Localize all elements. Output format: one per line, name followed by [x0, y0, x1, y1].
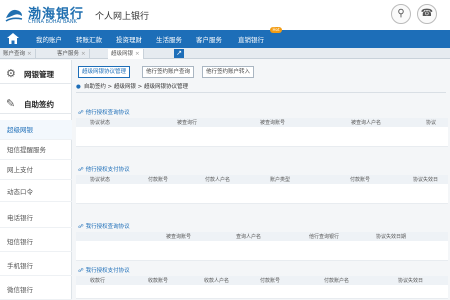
breadcrumb-text: 自助签约 > 超级网银 > 超级网银协议管理 — [83, 84, 189, 90]
section-title: ☍ 他行授权查询协议 — [78, 108, 130, 116]
column-header: 被查询账号 — [166, 234, 192, 240]
tab-account-query[interactable]: 账户查询 × — [0, 49, 36, 59]
search-icon[interactable]: ⚲ — [391, 4, 411, 24]
column-header: 收款行 — [90, 278, 106, 284]
link-icon: ☍ — [78, 268, 84, 274]
column-header: 被查询人户名 — [351, 120, 382, 126]
sidebar-item-online-payment[interactable]: 网上支付 — [0, 160, 72, 180]
hot-badge: Hot — [270, 27, 282, 33]
column-header: 查询人户名 — [236, 234, 262, 240]
brand-name-en: CHINA BOHAI BANK — [28, 19, 77, 25]
tab-label: 账户查询 — [3, 51, 26, 57]
section-title-text: 我行授权查询协议 — [85, 224, 130, 230]
close-icon[interactable]: × — [81, 51, 86, 57]
column-header: 他行查询银行 — [309, 234, 340, 240]
page-tabs: 账户查询 × 客户服务 × 超级网银 × ↗ — [0, 48, 450, 59]
nav-transfer[interactable]: 转账汇款 — [76, 34, 102, 44]
column-header: 被查询账号 — [260, 120, 286, 126]
table-header: 收款行 收款账号 收款人户名 付款账号 付款账户名 协议失效日 — [76, 276, 448, 285]
table-header: 协议状态 付款账号 付款人户名 账户类型 付款账号 协议失效日 — [76, 175, 448, 184]
subtab-agreement-management[interactable]: 超级网银协议管理 — [78, 66, 131, 78]
nav-my-account[interactable]: 我的账户 — [36, 34, 62, 44]
column-header: 账户类型 — [270, 177, 291, 183]
nav-customer-service[interactable]: 客户服务 — [196, 34, 222, 44]
section-title-text: 我行授权支付协议 — [85, 268, 130, 274]
home-icon[interactable] — [6, 32, 20, 45]
sidebar-item-mobile-banking[interactable]: 手机银行 — [0, 256, 72, 276]
column-header: 协议状态 — [90, 120, 111, 126]
sidebar-section-label: 自助签约 — [24, 100, 54, 109]
phone-icon[interactable]: ☎ — [417, 4, 437, 24]
breadcrumb: ● 自助签约 > 超级网银 > 超级网银协议管理 — [76, 82, 446, 93]
header: 渤海银行 CHINA BOHAI BANK 个人网上银行 ⚲ ☎ — [0, 0, 450, 30]
table-body — [76, 127, 448, 147]
link-icon: ☍ — [78, 167, 84, 173]
column-header: 协议失效日 — [398, 278, 424, 284]
column-header: 协议失效日 — [413, 177, 439, 183]
column-header: 付款人户名 — [205, 177, 231, 183]
column-header: 付款账号 — [148, 177, 169, 183]
sidebar-item-phone-banking[interactable]: 电话银行 — [0, 208, 72, 228]
table-header: 协议状态 被查询行 被查询账号 被查询人户名 协议 — [76, 118, 448, 127]
column-header: 付款账号 — [260, 278, 281, 284]
sidebar-item-sms-alert[interactable]: 短信提醒服务 — [0, 140, 72, 160]
sidebar-item-dynamic-token[interactable]: 动态口令 — [0, 182, 72, 202]
table-header: 被查询账号 查询人户名 他行查询银行 协议失效日期 — [76, 232, 448, 241]
tab-label: 客户服务 — [57, 51, 80, 57]
section-title-text: 他行授权支付协议 — [85, 167, 130, 173]
bank-logo-icon — [5, 9, 23, 22]
link-icon: ☍ — [78, 110, 84, 116]
column-header: 收款人户名 — [204, 278, 230, 284]
section-title: ☍ 我行授权查询协议 — [78, 222, 130, 230]
tab-customer-service[interactable]: 客户服务 × — [54, 49, 90, 59]
sidebar: ⚙ 网银管理 ✎ 自助签约 超级网银 短信提醒服务 网上支付 动态口令 电话银行… — [0, 60, 72, 300]
tab-super-ebank[interactable]: 超级网银 × — [108, 49, 144, 59]
table-body — [76, 241, 448, 261]
app-title: 个人网上银行 — [95, 12, 150, 22]
close-icon[interactable]: × — [135, 51, 140, 57]
subtab-signed-account-transfer-in[interactable]: 他行签约账户转入 — [202, 66, 255, 78]
sidebar-section-label: 网银管理 — [24, 70, 54, 79]
link-icon: ☍ — [78, 224, 84, 230]
expand-icon[interactable]: ↗ — [174, 49, 184, 58]
sidebar-item-sms-banking[interactable]: 短信银行 — [0, 232, 72, 252]
close-icon[interactable]: × — [27, 51, 32, 57]
sidebar-item-wechat-banking[interactable]: 微信银行 — [0, 280, 72, 300]
sidebar-item-super-ebank[interactable]: 超级网银 — [0, 120, 72, 140]
section-title: ☍ 我行授权支付协议 — [78, 266, 130, 274]
column-header: 付款账号 — [350, 177, 371, 183]
nav-life-services[interactable]: 生活服务 — [156, 34, 182, 44]
location-pin-icon: ● — [76, 84, 81, 90]
column-header: 协议 — [426, 120, 437, 126]
column-header: 协议状态 — [90, 177, 111, 183]
subtab-signed-account-query[interactable]: 他行签约账户查询 — [142, 66, 195, 78]
main-content: 超级网银协议管理 他行签约账户查询 他行签约账户转入 ● 自助签约 > 超级网银 … — [76, 60, 450, 300]
main-nav: 我的账户 转账汇款 投资理财 生活服务 客户服务 直销银行 Hot — [0, 27, 450, 48]
nav-investment[interactable]: 投资理财 — [116, 34, 142, 44]
edit-icon: ✎ — [6, 97, 16, 110]
section-title-text: 他行授权查询协议 — [85, 110, 130, 116]
tab-label: 超级网银 — [111, 51, 134, 57]
table-body — [76, 184, 448, 204]
gear-icon: ⚙ — [6, 67, 16, 80]
column-header: 付款账户名 — [324, 278, 350, 284]
sidebar-section-self-signing[interactable]: ✎ 自助签约 — [0, 92, 72, 114]
section-title: ☍ 他行授权支付协议 — [78, 165, 130, 173]
table-body — [76, 285, 448, 299]
column-header: 收款账号 — [148, 278, 169, 284]
column-header: 协议失效日期 — [376, 234, 407, 240]
nav-direct-bank[interactable]: 直销银行 — [238, 34, 264, 44]
column-header: 被查询行 — [177, 120, 198, 126]
sidebar-section-ebank-management[interactable]: ⚙ 网银管理 — [0, 62, 72, 84]
